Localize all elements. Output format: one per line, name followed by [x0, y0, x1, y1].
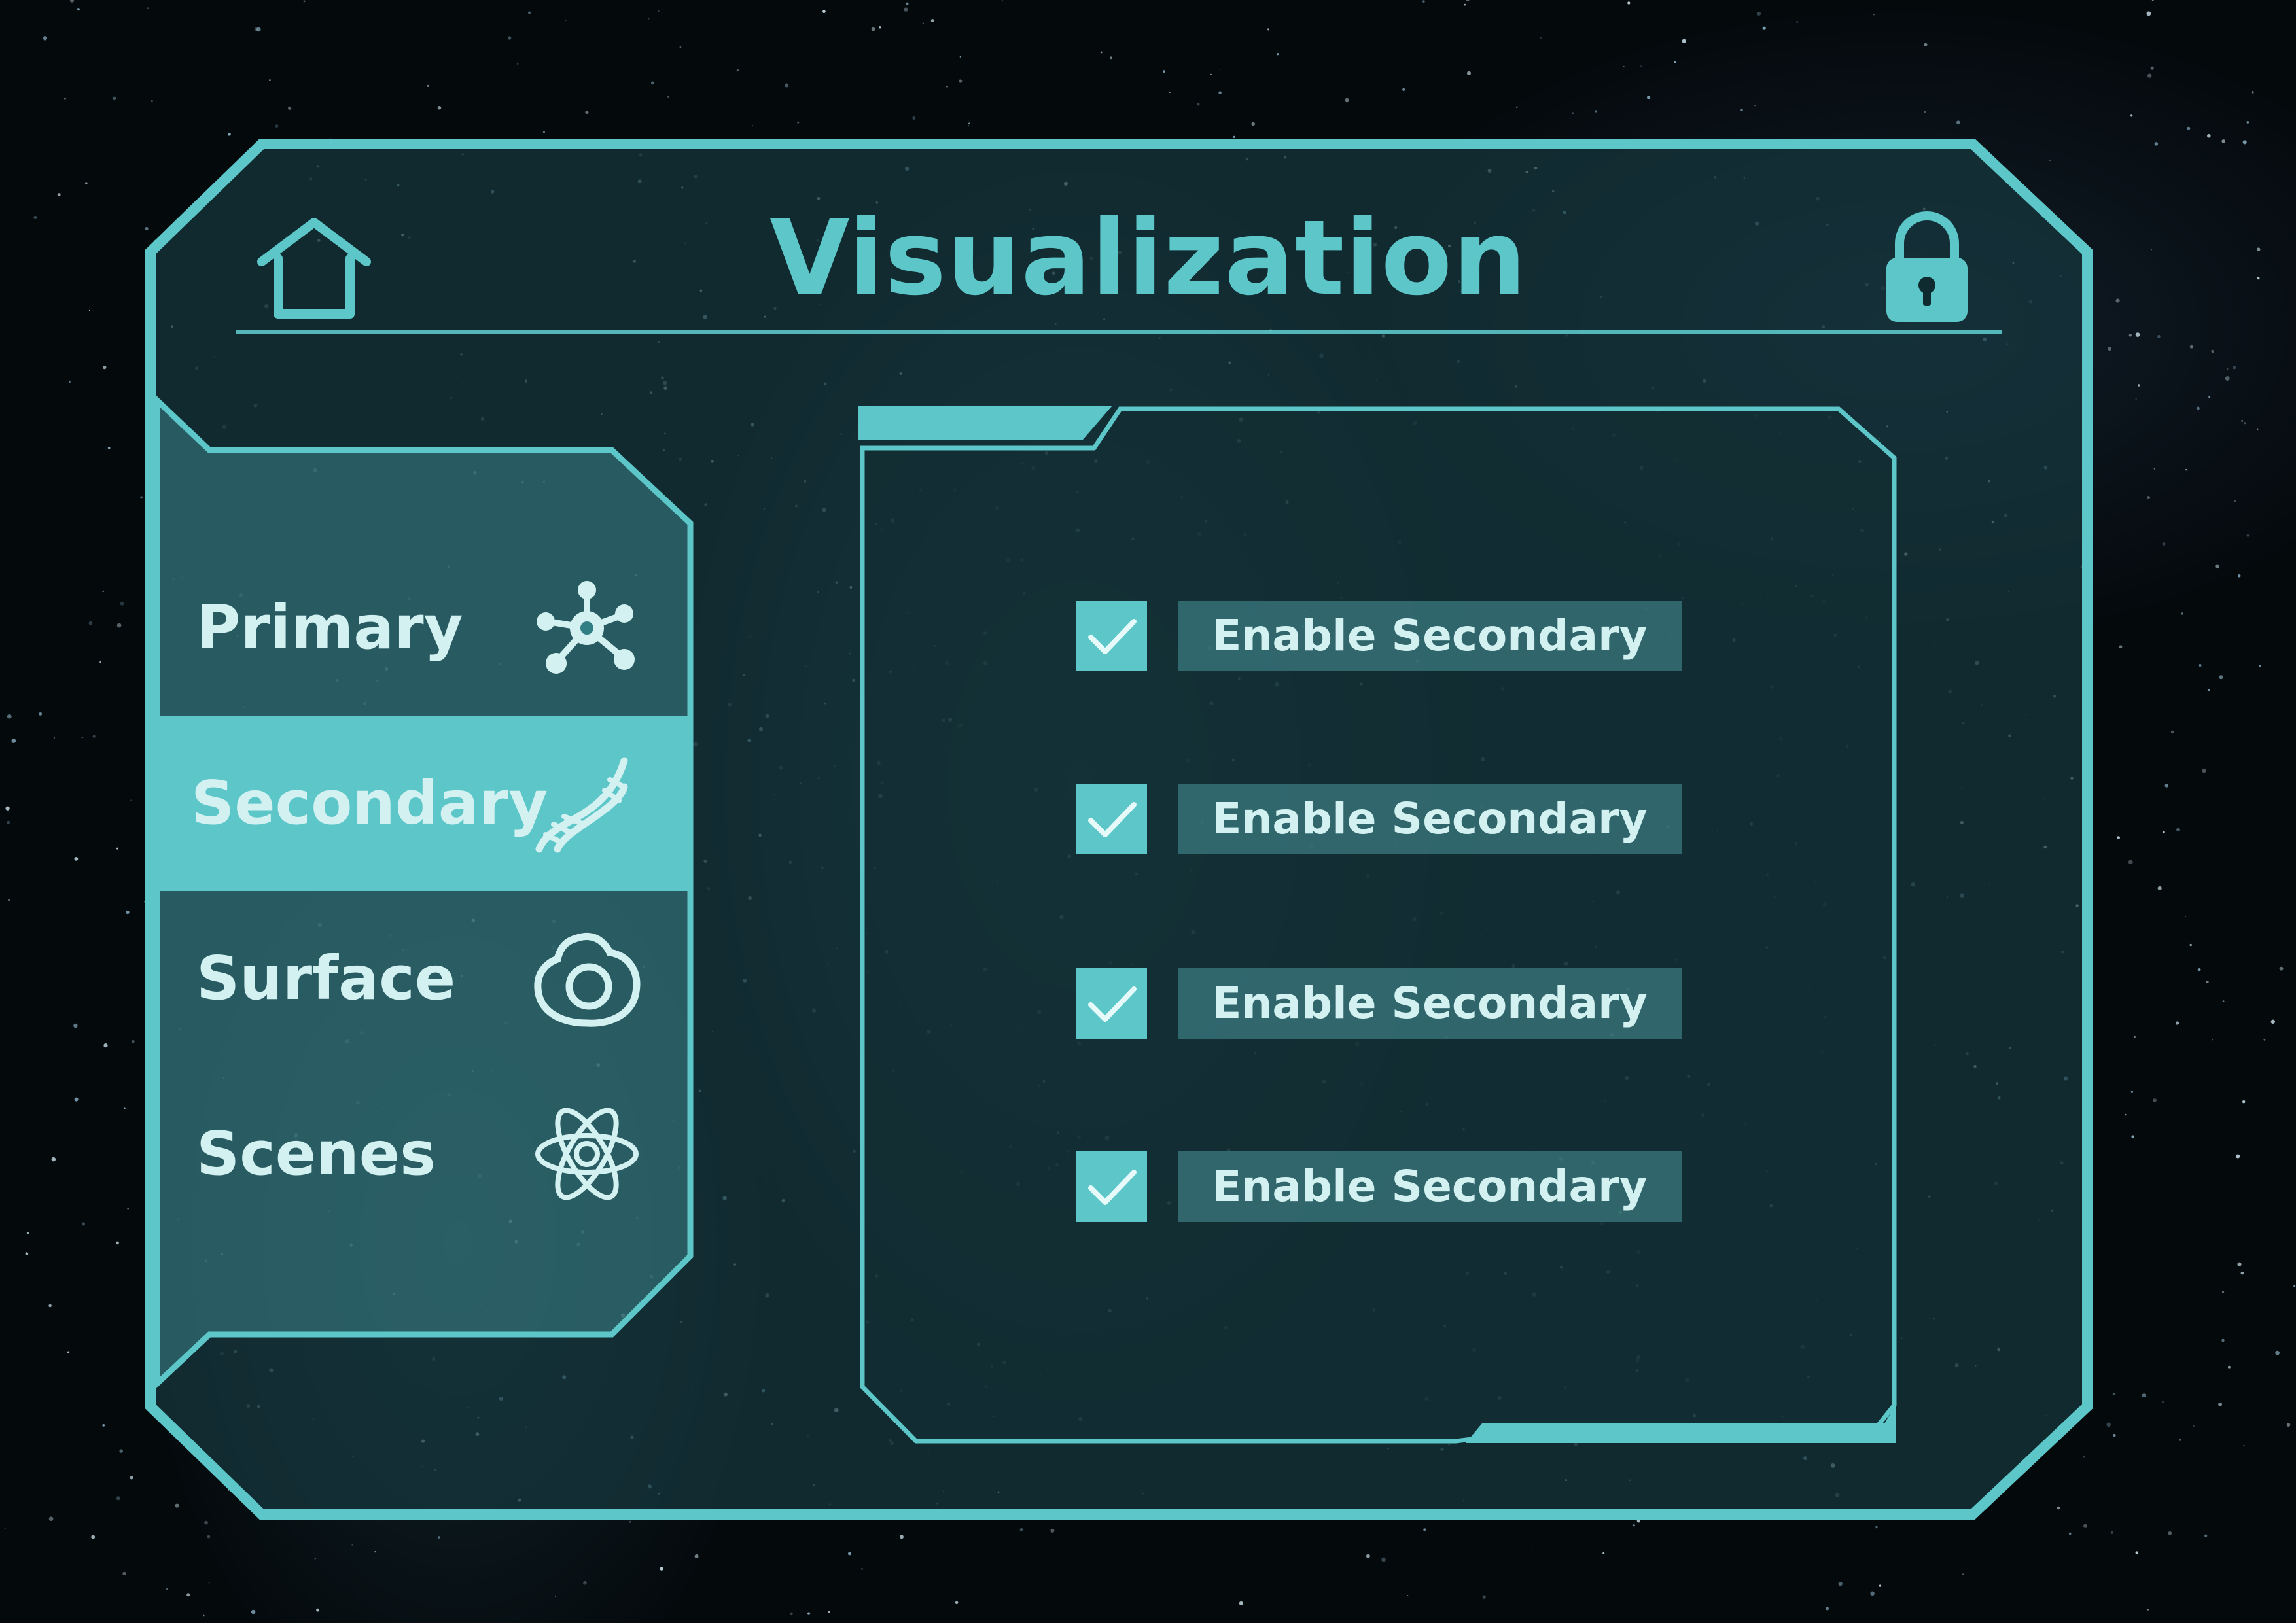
option-row: Enable Secondary	[1073, 784, 1682, 856]
checkbox[interactable]	[1076, 784, 1147, 854]
sidebar-item-secondary[interactable]: Secondary	[147, 716, 690, 891]
option-row: Enable Secondary	[1073, 601, 1682, 672]
sidebar-item-scenes[interactable]: Scenes	[152, 1066, 695, 1242]
sidebar-item-label: Scenes	[196, 1119, 436, 1189]
option-row: Enable Secondary	[1073, 1151, 1682, 1223]
home-icon	[257, 218, 371, 319]
molecule-icon	[537, 581, 635, 674]
checkbox[interactable]	[1076, 968, 1147, 1039]
sidebar-item-label: Primary	[196, 593, 463, 663]
sidebar-item-label: Surface	[196, 943, 456, 1013]
option-label[interactable]: Enable Secondary	[1178, 784, 1682, 854]
option-label[interactable]: Enable Secondary	[1178, 968, 1682, 1039]
page-title: Visualization	[769, 198, 1527, 319]
option-label[interactable]: Enable Secondary	[1178, 601, 1682, 671]
sidebar-item-label: Secondary	[191, 768, 548, 838]
sidebar-item-surface[interactable]: Surface	[152, 891, 695, 1066]
lock-icon	[1886, 211, 1968, 322]
cell-icon	[534, 933, 641, 1027]
option-label[interactable]: Enable Secondary	[1178, 1151, 1682, 1222]
checkmark-icon	[1088, 1170, 1137, 1205]
checkmark-icon	[1088, 986, 1137, 1022]
lock-button[interactable]	[1868, 209, 1986, 327]
checkmark-icon	[1088, 619, 1137, 654]
dna-icon	[535, 757, 628, 853]
checkmark-icon	[1088, 802, 1137, 837]
home-button[interactable]	[255, 213, 373, 330]
option-row: Enable Secondary	[1073, 968, 1682, 1040]
sidebar-item-primary[interactable]: Primary	[152, 540, 695, 716]
panel-tab-accent	[858, 406, 1112, 440]
content-panel	[860, 406, 1897, 1444]
checkbox[interactable]	[1076, 1151, 1147, 1222]
atom-icon	[535, 1108, 639, 1200]
checkbox[interactable]	[1076, 601, 1147, 671]
